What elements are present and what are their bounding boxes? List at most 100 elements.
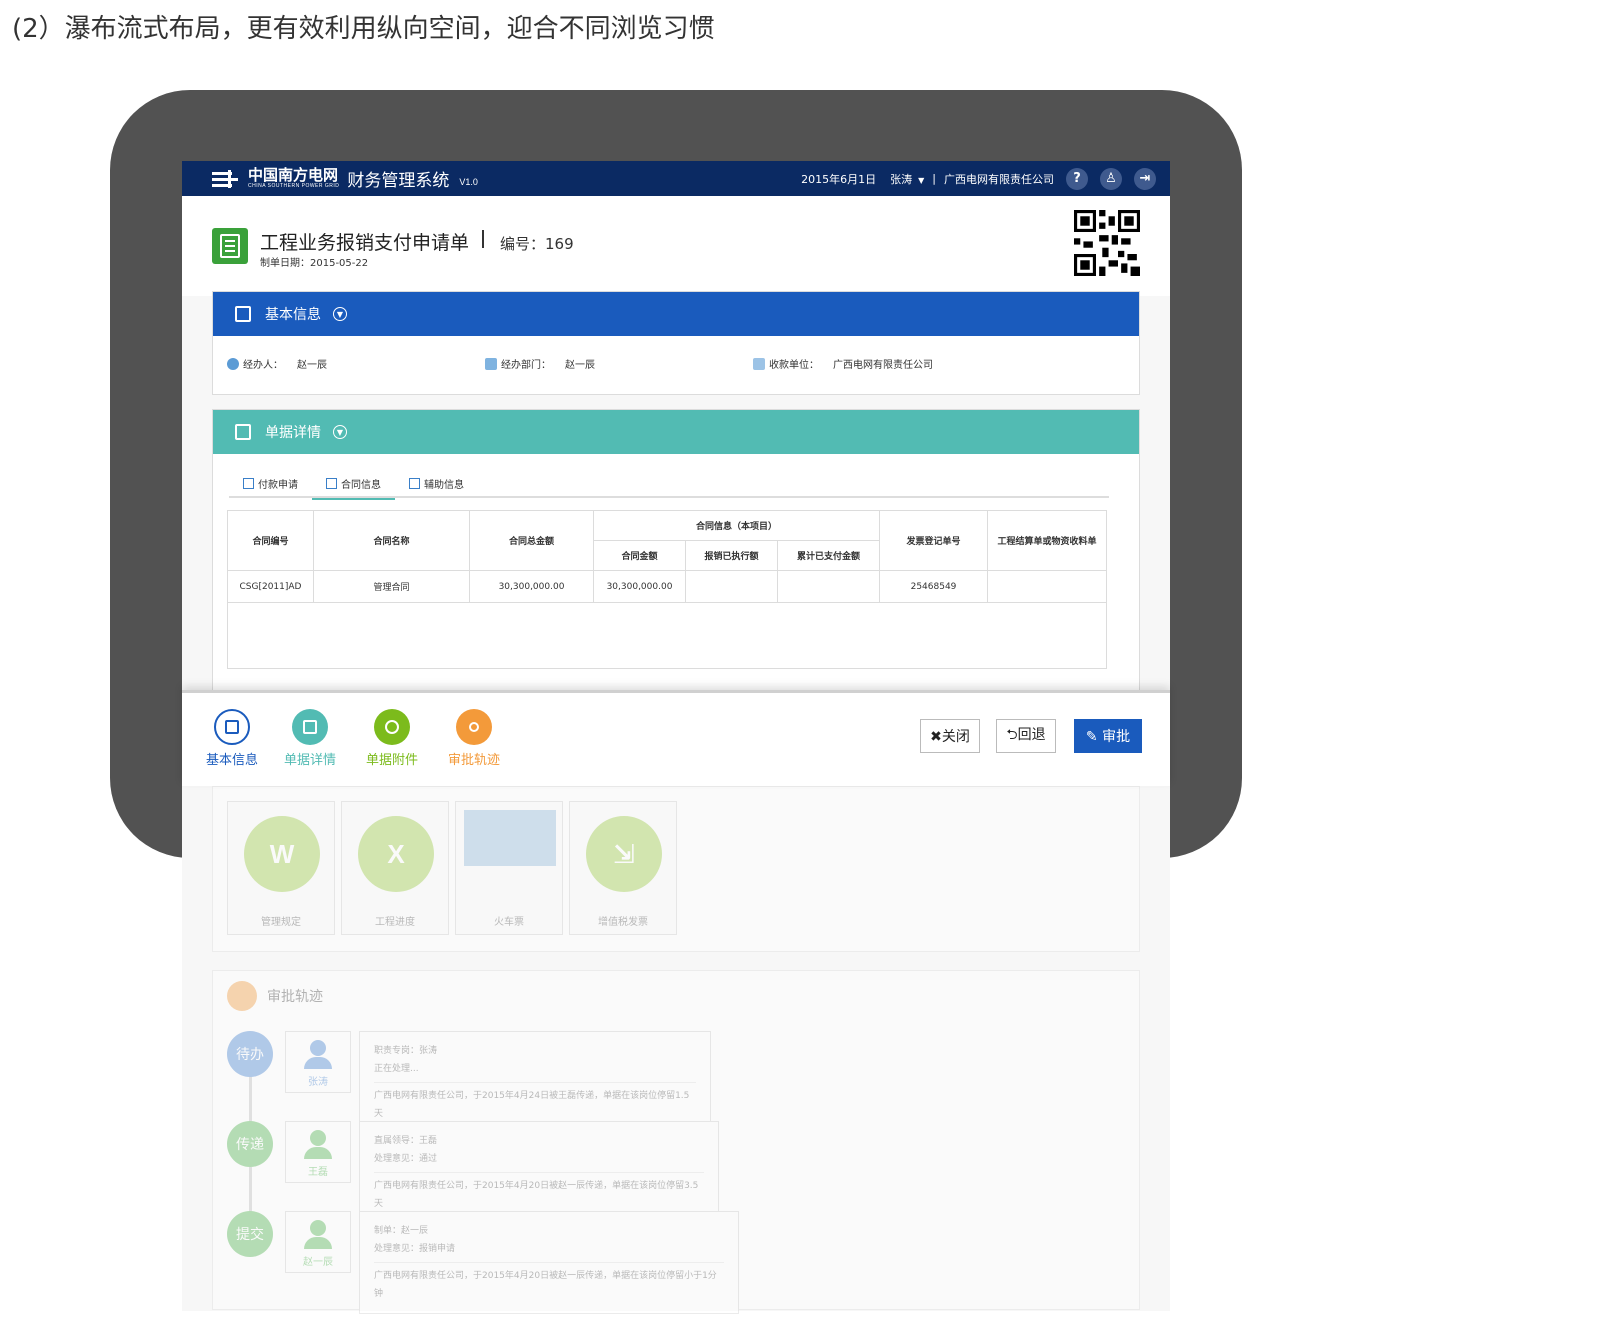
trace-connector (249, 1167, 252, 1215)
logout-icon[interactable]: ⇥ (1134, 167, 1156, 190)
cell: 30,300,000.00 (593, 570, 686, 603)
attachment-caption: 管理规定 (261, 917, 301, 928)
attachments-panel: W 管理规定 X 工程进度 火车票 ⇲ 增值税发票 (212, 786, 1140, 952)
caret-down-icon: ▼ (918, 175, 925, 185)
attachment-card[interactable]: ⇲ 增值税发票 (569, 801, 677, 935)
attachment-caption: 工程进度 (375, 917, 415, 928)
top-bar: 中国南方电网 CHINA SOUTHERN POWER GRID 财务管理系统 … (182, 161, 1170, 196)
excel-file-icon: X (358, 816, 434, 892)
trace-line: 广西电网有限责任公司，于2015年4月20日被赵一辰传递，单据在该岗位停留3.5… (374, 1172, 704, 1213)
approve-button[interactable]: ✎ 审批 (1074, 719, 1142, 753)
pdf-file-icon: ⇲ (586, 816, 662, 892)
nav-detail[interactable]: 单据详情 (284, 709, 336, 768)
user-icon[interactable]: ♙ (1100, 167, 1122, 190)
user-name: 张涛 (890, 172, 913, 186)
avatar: 王磊 (285, 1121, 351, 1183)
list-icon (292, 709, 328, 745)
title-divider (482, 230, 484, 248)
handler-label: 经办人： (243, 360, 283, 371)
payee-label: 收款单位： (769, 360, 819, 371)
nav-attachments[interactable]: 单据附件 (366, 709, 418, 768)
payee-field: 收款单位： 广西电网有限责任公司 (753, 356, 933, 371)
col-header: 工程结算单或物资收料单 (987, 510, 1107, 571)
form-date: 制单日期：2015-05-22 (260, 258, 369, 269)
page-heading: (2）瀑布流式布局，更有效利用纵向空间，迎合不同浏览习惯 (12, 14, 715, 44)
document-icon (214, 709, 250, 745)
nav-label: 基本信息 (206, 753, 259, 768)
cell (685, 570, 778, 603)
attachment-card[interactable]: W 管理规定 (227, 801, 335, 935)
document-icon (235, 306, 251, 322)
trace-line: 处理意见：报销申请 (374, 1244, 456, 1254)
separator: | (932, 172, 936, 185)
person-icon (227, 357, 239, 370)
tab-payment-request[interactable]: 付款申请 (229, 468, 312, 498)
nav-trace[interactable]: 审批轨迹 (448, 709, 500, 768)
trace-node-pending: 待办 (227, 1031, 273, 1077)
share-icon (227, 981, 257, 1011)
brand-english: CHINA SOUTHERN POWER GRID (248, 183, 340, 189)
detail-panel: 单据详情 ▼ 付款申请 合同信息 辅助信息 合同编号 合同名称 合同总金额 合同… (212, 409, 1140, 709)
table-row[interactable]: CSG[2011]AD 管理合同 30,300,000.00 30,300,00… (227, 570, 1107, 603)
return-button[interactable]: ⮌回退 (996, 719, 1056, 753)
collapse-chevron-icon[interactable]: ▼ (333, 425, 347, 439)
handler-field: 经办人： 赵一辰 (227, 356, 327, 371)
help-icon[interactable]: ? (1066, 167, 1088, 190)
tab-label: 辅助信息 (424, 479, 464, 491)
trace-card: 制单：赵一辰 处理意见：报销申请 广西电网有限责任公司，于2015年4月20日被… (359, 1211, 739, 1314)
tab-contract-info[interactable]: 合同信息 (312, 468, 395, 500)
close-button[interactable]: ✖关闭 (920, 719, 980, 753)
col-subheader: 合同金额 (593, 540, 686, 571)
avatar: 赵一辰 (285, 1211, 351, 1273)
detail-title: 单据详情 (265, 425, 321, 441)
trace-line: 广西电网有限责任公司，于2015年4月20日被赵一辰传递，单据在该岗位停留小于1… (374, 1262, 724, 1303)
table-header-row: 合同编号 合同名称 合同总金额 合同信息（本项目） 发票登记单号 工程结算单或物… (227, 510, 1107, 571)
attachment-card[interactable]: 火车票 (455, 801, 563, 935)
trace-connector (249, 1075, 252, 1125)
contract-table: 合同编号 合同名称 合同总金额 合同信息（本项目） 发票登记单号 工程结算单或物… (227, 510, 1107, 669)
handler-value: 赵一辰 (297, 360, 327, 371)
list-icon (235, 424, 251, 440)
cell (777, 570, 880, 603)
contract-icon (326, 477, 337, 489)
user-menu[interactable]: 张涛 ▼ (890, 171, 924, 187)
form-number: 编号：169 (500, 235, 574, 253)
nav-basic-info[interactable]: 基本信息 (206, 709, 258, 768)
approval-trace-panel: 审批轨迹 待办 张涛 职责专岗：张涛 正在处理... 广西电网有限责任公司，于2… (212, 970, 1140, 1314)
col-header-group: 合同信息（本项目） (593, 510, 880, 541)
dept-label: 经办部门： (501, 360, 551, 371)
trace-card: 直属领导：王磊 处理意见：通过 广西电网有限责任公司，于2015年4月20日被赵… (359, 1121, 719, 1224)
basic-info-header[interactable]: 基本信息 ▼ (213, 292, 1139, 336)
attachment-card[interactable]: X 工程进度 (341, 801, 449, 935)
qr-code-icon (1074, 210, 1140, 276)
lower-content: W 管理规定 X 工程进度 火车票 ⇲ 增值税发票 审批轨迹 待办 张涛 职责专… (182, 786, 1170, 1316)
paperclip-icon (374, 709, 410, 745)
nav-label: 单据附件 (366, 753, 419, 768)
file-icon (409, 477, 420, 489)
basic-info-title: 基本信息 (265, 307, 321, 323)
brand: 中国南方电网 CHINA SOUTHERN POWER GRID (248, 168, 339, 189)
col-header: 发票登记单号 (879, 510, 988, 571)
cell: 25468549 (879, 570, 988, 603)
current-date: 2015年6月1日 (801, 172, 877, 186)
dept-field: 经办部门： 赵一辰 (485, 356, 595, 371)
tab-auxiliary-info[interactable]: 辅助信息 (395, 468, 478, 498)
detail-header[interactable]: 单据详情 ▼ (213, 410, 1139, 454)
approver-name: 赵一辰 (303, 1257, 333, 1268)
brand-name: 中国南方电网 (248, 166, 339, 184)
building-icon (753, 357, 765, 370)
form-title: 工程业务报销支付申请单 (260, 232, 470, 254)
approver-name: 王磊 (308, 1167, 328, 1178)
avatar: 张涛 (285, 1031, 351, 1093)
collapse-chevron-icon[interactable]: ▼ (333, 307, 347, 321)
word-file-icon: W (244, 816, 320, 892)
dept-value: 赵一辰 (565, 360, 595, 371)
share-icon (456, 709, 492, 745)
footer-bar: 基本信息 单据详情 单据附件 审批轨迹 ✖关闭 ⮌回退 ✎ 审批 (182, 690, 1170, 786)
nav-label: 单据详情 (284, 753, 337, 768)
nav-label: 审批轨迹 (448, 753, 501, 768)
trace-line: 直属领导：王磊 (374, 1136, 438, 1146)
col-subheader: 累计已支付金额 (777, 540, 880, 571)
attachment-caption: 增值税发票 (598, 917, 648, 928)
trace-line: 广西电网有限责任公司，于2015年4月24日被王磊传递，单据在该岗位停留1.5天 (374, 1082, 696, 1123)
